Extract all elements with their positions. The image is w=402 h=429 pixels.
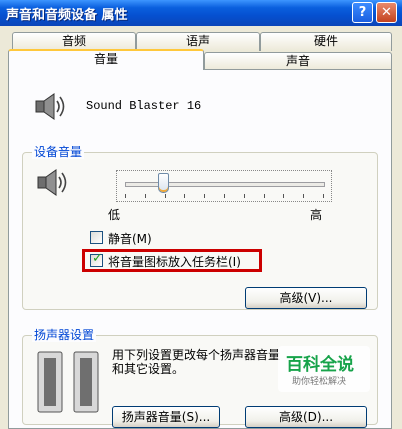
slider-tick [283, 194, 285, 198]
mute-checkbox[interactable]: ✓ [90, 231, 103, 244]
speaker-icon [35, 93, 65, 120]
speaker-settings-title: 扬声器设置 [32, 328, 97, 342]
taskbar-icon-label[interactable]: 将音量图标放入任务栏(I) [108, 253, 241, 270]
close-button[interactable]: ✕ [376, 2, 397, 23]
device-volume-title: 设备音量 [32, 145, 85, 159]
tab-volume[interactable]: 音量 [8, 49, 204, 70]
slider-tick [164, 194, 166, 198]
slider-tick [243, 194, 245, 198]
device-advanced-button[interactable]: 高级(V)... [245, 287, 367, 309]
slider-thumb[interactable] [157, 173, 169, 193]
mute-label[interactable]: 静音(M) [108, 230, 152, 247]
speaker-volume-button[interactable]: 扬声器音量(S)... [112, 406, 220, 428]
slider-low-label: 低 [108, 208, 121, 222]
watermark-subtitle: 助你轻松解决 [292, 377, 347, 387]
help-button[interactable]: ? [352, 2, 373, 23]
watermark-logo: 百科全说 助你轻松解决 [278, 346, 370, 392]
slider-tick [144, 194, 146, 198]
watermark-title: 百科全说 [286, 355, 354, 375]
slider-tick [263, 194, 265, 198]
volume-slider[interactable] [116, 170, 332, 202]
title-bar[interactable]: 声音和音频设备 属性 ? ✕ [0, 0, 402, 26]
speaker-advanced-button[interactable]: 高级(D)... [245, 406, 367, 428]
taskbar-icon-checkbox[interactable]: ✓ [90, 251, 103, 267]
slider-tick [323, 194, 324, 198]
slider-tick [303, 194, 305, 198]
window-title: 声音和音频设备 属性 [6, 8, 128, 23]
slider-tick [204, 194, 206, 198]
device-name: Sound Blaster 16 [86, 99, 202, 113]
slider-track [125, 182, 325, 187]
slider-tick [184, 194, 186, 198]
slider-high-label: 高 [310, 208, 323, 222]
slider-tick [125, 194, 126, 198]
speakers-icon [37, 351, 99, 413]
slider-tick [224, 194, 225, 198]
speaker-settings-description: 用下列设置更改每个扬声器音量和其它设置。 [112, 348, 281, 376]
tab-sounds[interactable]: 声音 [204, 52, 392, 70]
taskbar-checkmark-icon: ✓ [92, 251, 103, 266]
tab-hardware[interactable]: 硬件 [260, 32, 392, 51]
volume-speaker-icon [37, 169, 67, 196]
